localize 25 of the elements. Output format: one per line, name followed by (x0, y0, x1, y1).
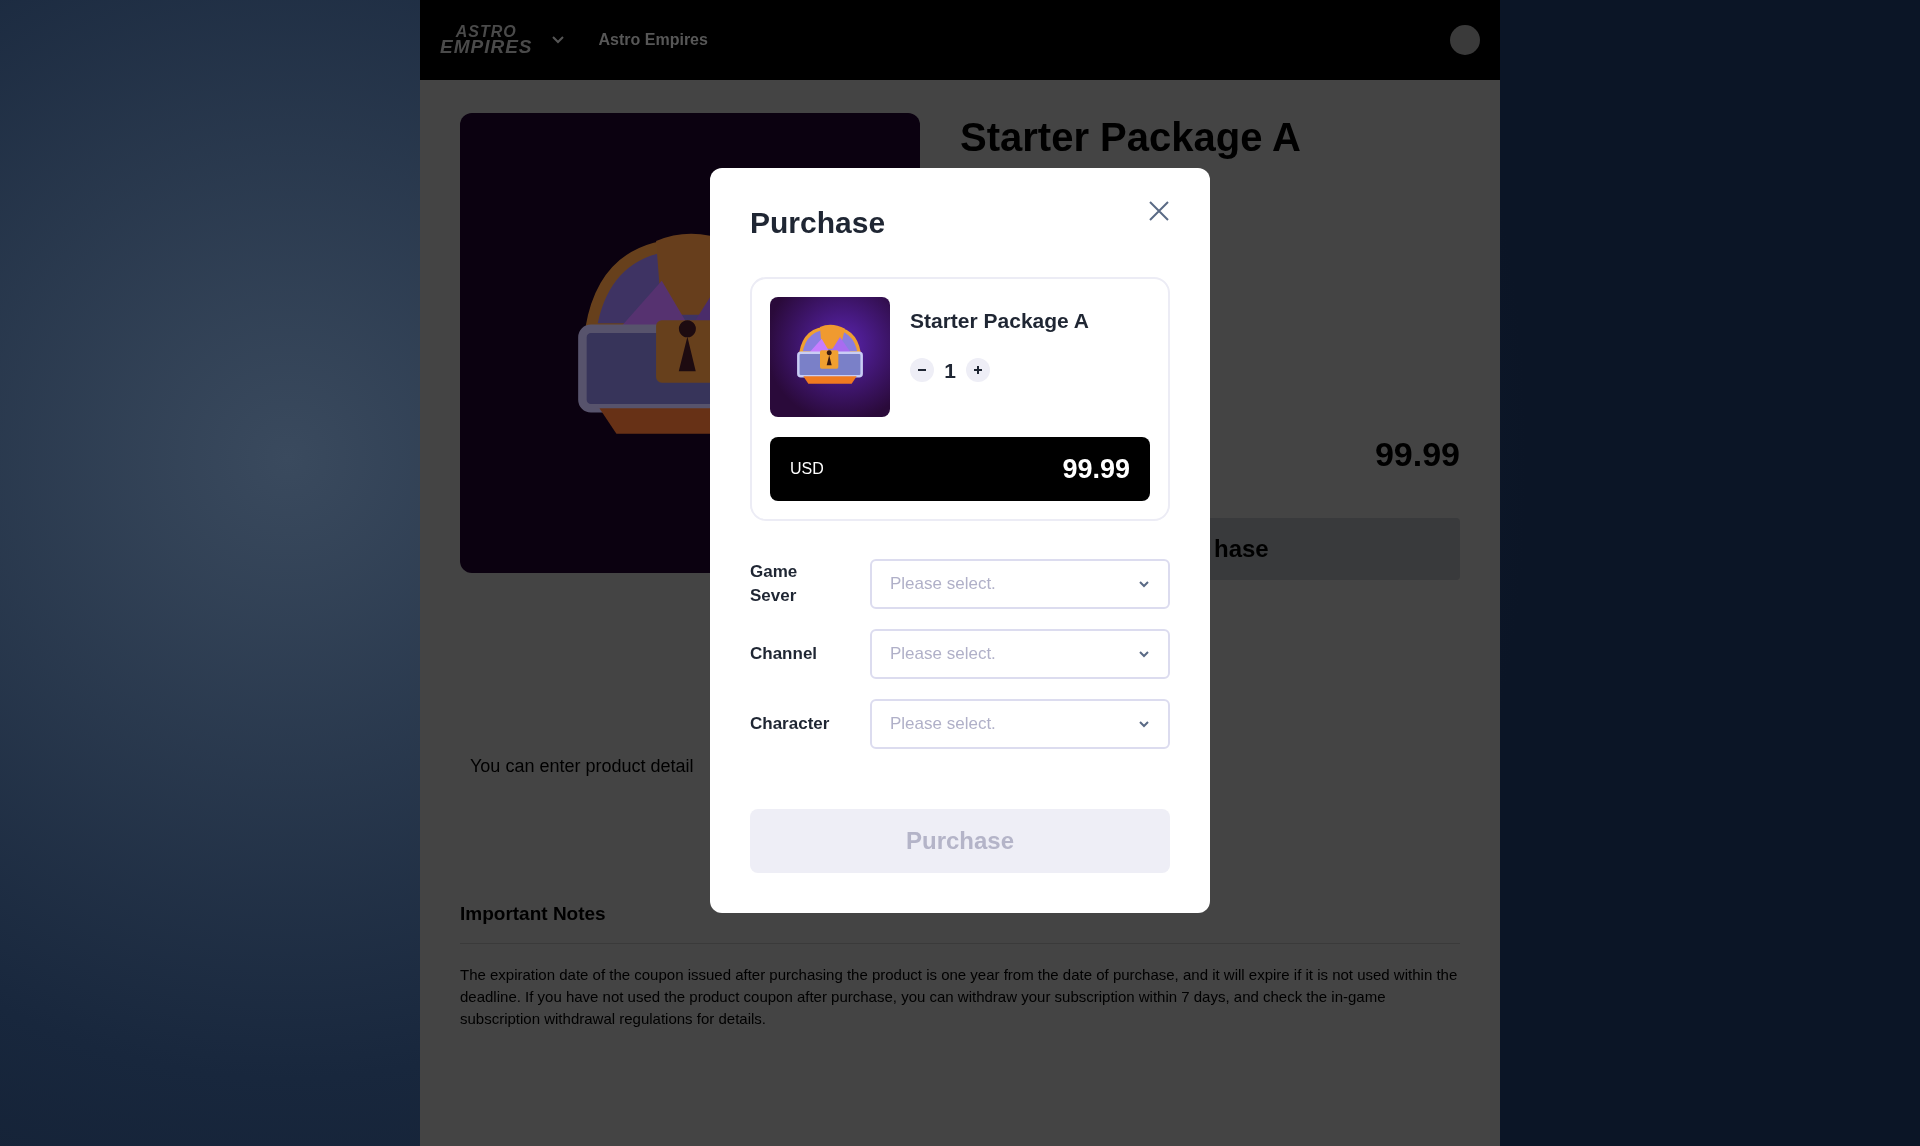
plus-icon (972, 364, 984, 377)
field-label: Character (750, 713, 831, 735)
product-name: Starter Package A (910, 308, 1089, 334)
price-value: 99.99 (1062, 452, 1130, 486)
notes-text: The expiration date of the coupon issued after purchasing the product is one year from the date of purchase, and it will expire if it is not used within the deadline. If you have not used the product coupon after purchase, you can withdraw your subscription within 7 days, and check the in-game subscription withdrawal regulations for details. (460, 964, 1459, 1029)
dialog-title: Purchase (750, 205, 886, 241)
select-field[interactable]: Please select. (870, 699, 1170, 749)
product-title: Starter Package A (960, 115, 1302, 159)
product-description: You can enter product detail (470, 755, 695, 778)
logo[interactable]: ASTRO EMPIRES (440, 25, 533, 55)
select-field[interactable]: Please select. (870, 629, 1170, 679)
close-icon[interactable] (1148, 200, 1170, 222)
field-label: Channel (750, 643, 819, 665)
chevron-down-icon (1138, 578, 1150, 590)
field-label: Game Sever (750, 561, 799, 607)
game-menu-link[interactable]: Astro Empires (598, 28, 708, 52)
quantity-value: 1 (944, 357, 956, 384)
increase-button[interactable] (966, 358, 990, 383)
chevron-down-icon (1138, 718, 1150, 730)
currency-label: USD (790, 459, 824, 479)
product-price: 99.99 (1374, 434, 1460, 475)
notes-heading: Important Notes (460, 902, 607, 926)
decrease-button[interactable] (910, 358, 934, 383)
select-field[interactable]: Please select. (870, 559, 1170, 609)
chevron-down-icon (1138, 648, 1150, 660)
